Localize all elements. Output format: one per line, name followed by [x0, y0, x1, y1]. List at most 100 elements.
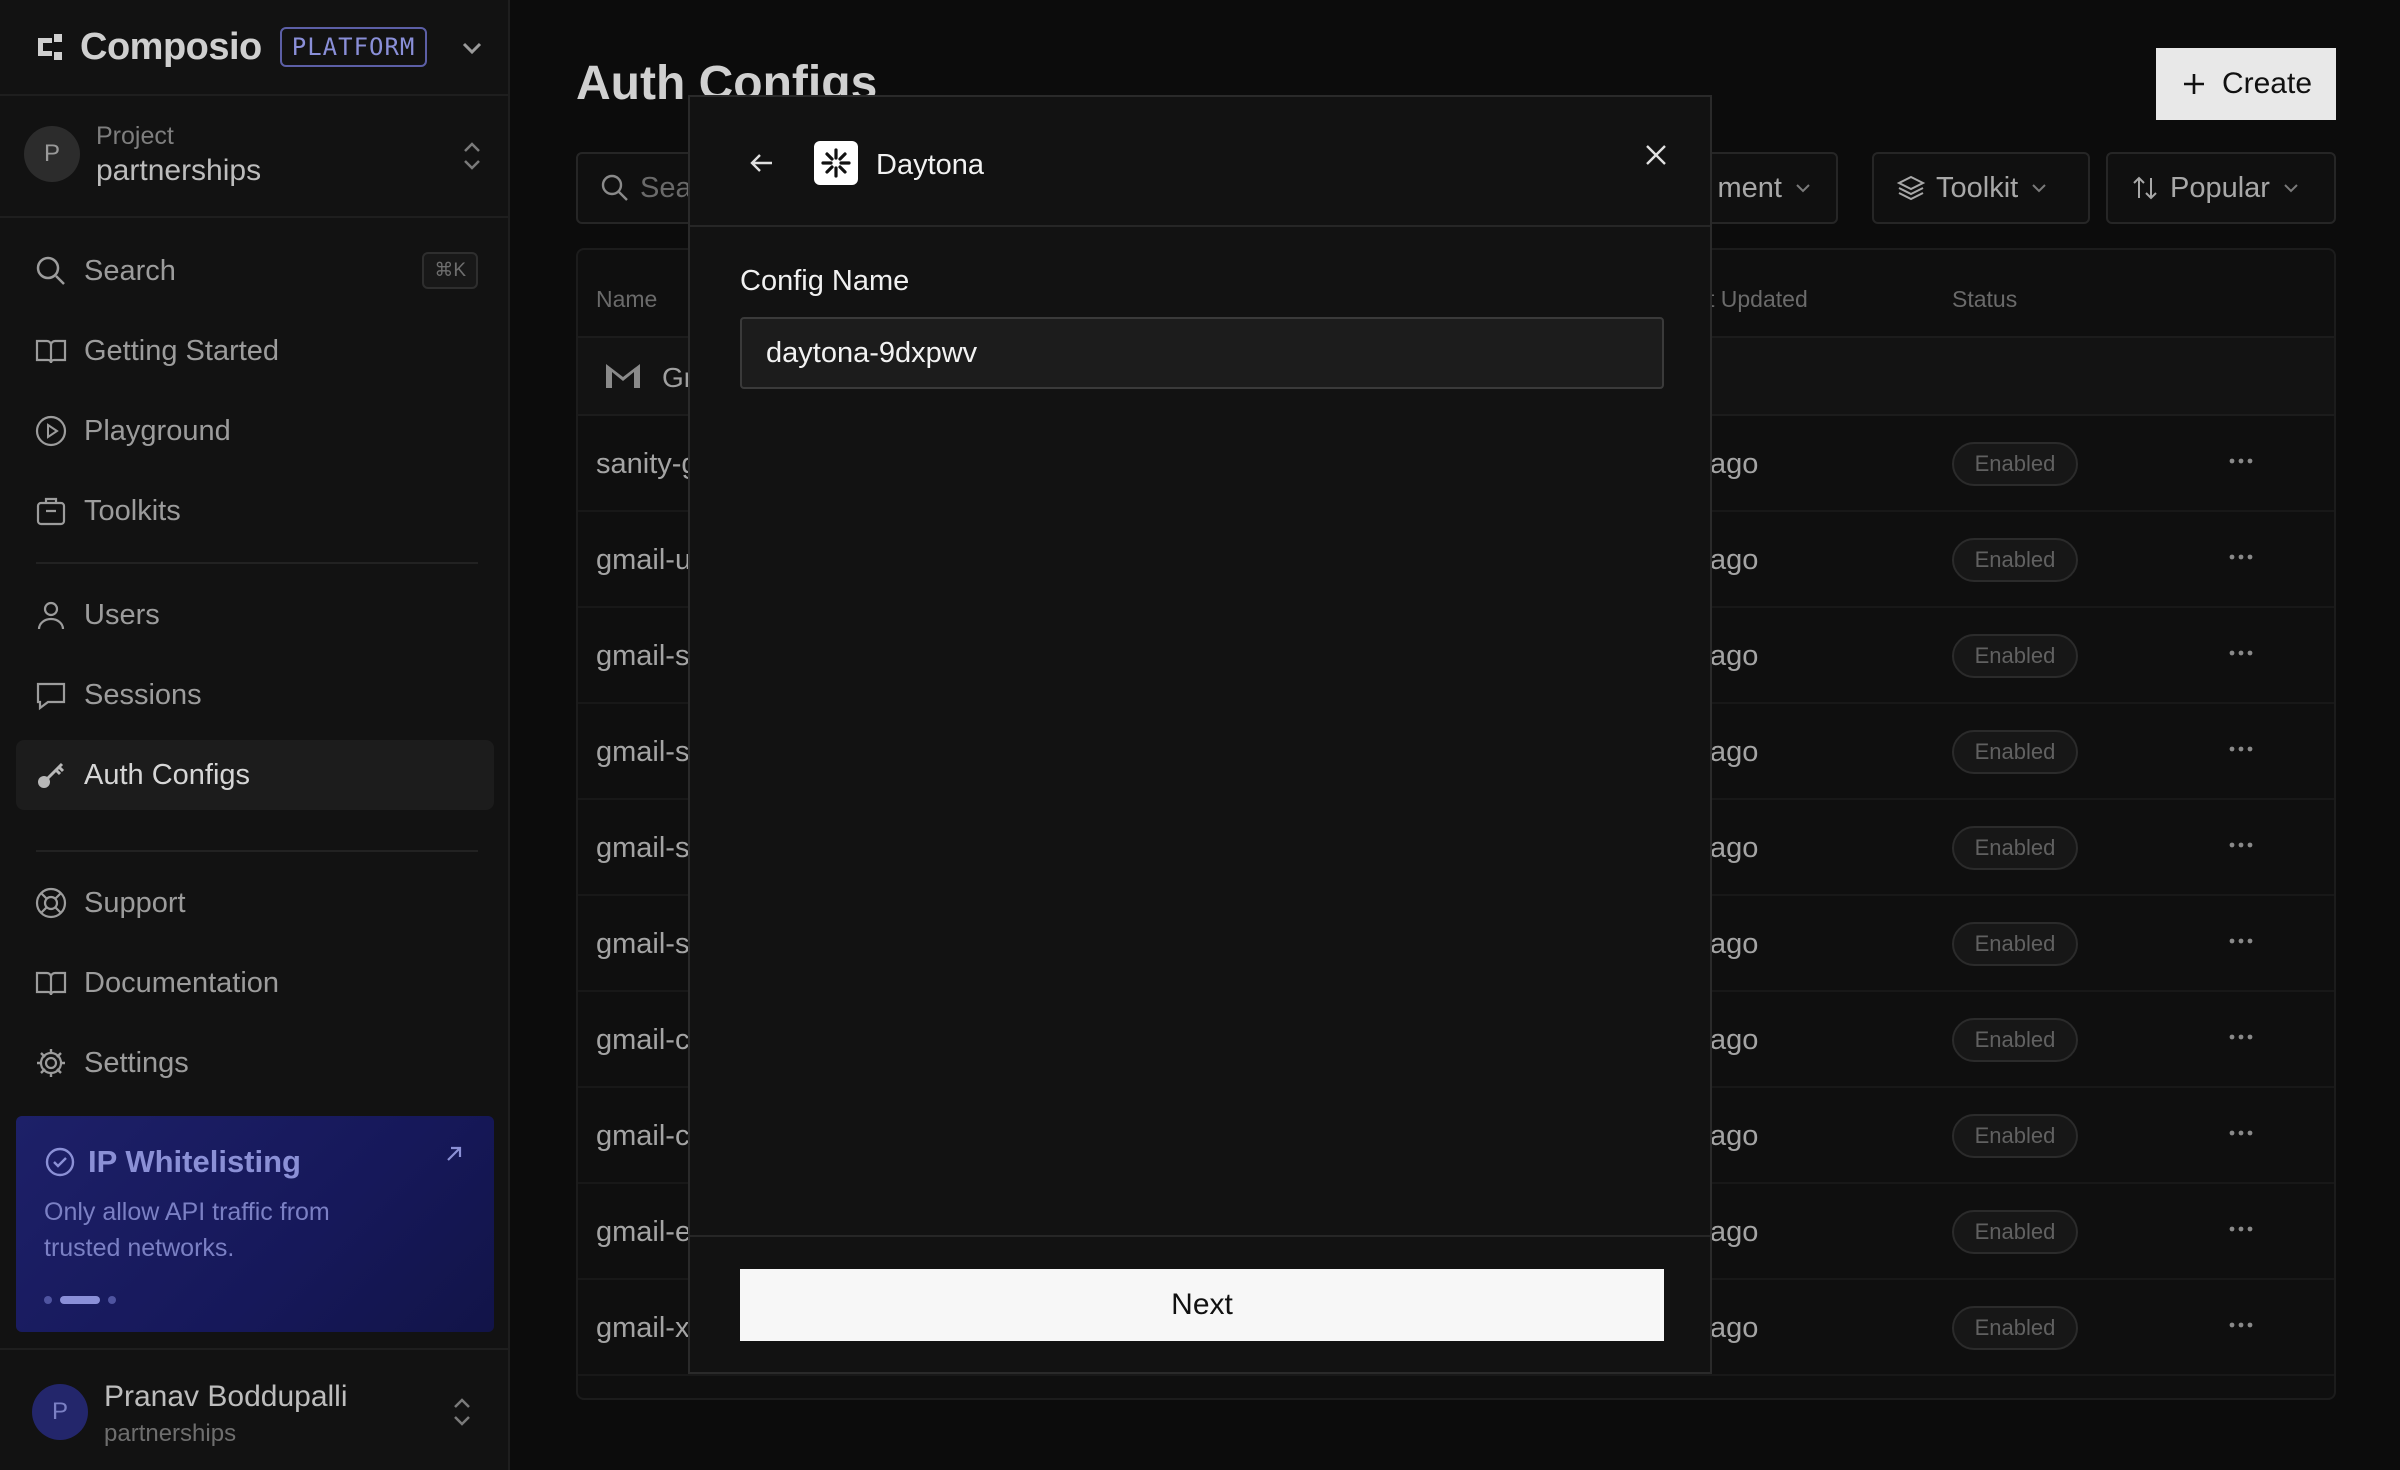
column-header-name: Name: [596, 286, 658, 312]
status-badge: Enabled: [1952, 442, 2078, 486]
user-icon: [37, 601, 65, 630]
chevron-down-icon[interactable]: [456, 32, 488, 64]
layers-icon: [1896, 175, 1926, 201]
user-name: Pranav Boddupalli: [104, 1380, 348, 1413]
shield-network-icon: [45, 1147, 75, 1177]
chevron-down-icon: [2032, 184, 2046, 193]
row-name: gmail-s: [596, 928, 690, 960]
key-icon: [38, 762, 65, 788]
sidebar-item-label: Settings: [84, 1046, 189, 1079]
row-updated: ago: [1710, 928, 1759, 960]
more-options-icon[interactable]: [2228, 552, 2254, 562]
sidebar-item-support[interactable]: Support: [16, 868, 494, 938]
column-header-status: Status: [1952, 286, 2018, 312]
project-avatar: P: [24, 126, 80, 182]
carousel-dots[interactable]: [44, 1296, 116, 1304]
avatar: P: [32, 1384, 88, 1440]
close-icon[interactable]: [1642, 141, 1670, 169]
divider: [36, 562, 478, 564]
book-icon: [35, 971, 67, 996]
sidebar: Composio PLATFORM P Project partnerships…: [0, 0, 510, 1470]
divider: [36, 850, 478, 852]
chevron-down-icon: [2284, 184, 2298, 193]
next-button[interactable]: Next: [740, 1269, 1664, 1341]
daytona-logo: [814, 141, 858, 185]
status-badge: Enabled: [1952, 922, 2078, 966]
toolkit-icon: [36, 497, 66, 526]
more-options-icon[interactable]: [2228, 1032, 2254, 1042]
chevron-updown-icon: [464, 142, 480, 170]
create-button[interactable]: Create: [2156, 48, 2336, 120]
more-options-icon[interactable]: [2228, 936, 2254, 946]
composio-logo-icon: [38, 34, 62, 60]
status-badge: Enabled: [1952, 1210, 2078, 1254]
toolkit-filter-label: Toolkit: [1936, 171, 2019, 204]
daytona-logo-icon: [821, 148, 851, 178]
gear-icon: [37, 1049, 65, 1077]
column-header-updated: t Updated: [1708, 286, 1808, 312]
sort-arrows-icon: [2133, 176, 2157, 200]
more-options-icon[interactable]: [2228, 1128, 2254, 1138]
arrow-left-icon[interactable]: [746, 147, 778, 179]
sidebar-item-users[interactable]: Users: [16, 580, 494, 650]
sidebar-item-playground[interactable]: Playground: [16, 396, 494, 466]
config-name-input[interactable]: [740, 317, 1664, 389]
sidebar-item-auth-configs[interactable]: Auth Configs: [16, 740, 494, 810]
create-auth-config-modal: Daytona Config Name Next: [688, 95, 1712, 1374]
environment-filter-label: ment: [1717, 171, 1782, 204]
search-placeholder: Sea: [640, 171, 692, 204]
app-name: Daytona: [876, 149, 985, 181]
project-label: Project: [96, 122, 174, 150]
modal-header: Daytona: [690, 97, 1710, 227]
row-updated: ago: [1710, 448, 1759, 480]
sidebar-item-label: Toolkits: [84, 494, 181, 527]
more-options-icon[interactable]: [2228, 456, 2254, 466]
sidebar-item-label: Getting Started: [84, 334, 280, 367]
row-updated: ago: [1710, 736, 1759, 768]
sidebar-item-label: Users: [84, 598, 160, 631]
more-options-icon[interactable]: [2228, 648, 2254, 658]
status-badge: Enabled: [1952, 730, 2078, 774]
project-switcher[interactable]: P Project partnerships: [0, 96, 510, 218]
row-name: gmail-s: [596, 736, 690, 768]
row-updated: ago: [1710, 544, 1759, 576]
user-menu[interactable]: P Pranav Boddupalli partnerships: [0, 1348, 510, 1470]
sidebar-item-label: Playground: [84, 414, 231, 447]
row-updated: ago: [1710, 1120, 1759, 1152]
gmail-icon: [606, 364, 640, 388]
status-badge: Enabled: [1952, 1018, 2078, 1062]
ip-whitelisting-card[interactable]: IP Whitelisting Only allow API traffic f…: [16, 1116, 494, 1332]
sidebar-item-settings[interactable]: Settings: [16, 1028, 494, 1098]
carousel-dot[interactable]: [108, 1296, 116, 1304]
more-options-icon[interactable]: [2228, 840, 2254, 850]
chat-icon: [36, 682, 66, 711]
more-options-icon[interactable]: [2228, 1320, 2254, 1330]
promo-description: Only allow API traffic from trusted netw…: [44, 1198, 330, 1262]
sidebar-item-toolkits[interactable]: Toolkits: [16, 476, 494, 546]
sidebar-item-label: Auth Configs: [84, 758, 251, 791]
status-badge: Enabled: [1952, 1114, 2078, 1158]
plus-icon: [2183, 74, 2204, 94]
arrow-up-right-icon[interactable]: [442, 1142, 466, 1166]
sidebar-item-label: Sessions: [84, 678, 202, 711]
toolkit-filter[interactable]: Toolkit: [1872, 152, 2090, 224]
sidebar-item-getting-started[interactable]: Getting Started: [16, 316, 494, 386]
carousel-dot[interactable]: [44, 1296, 52, 1304]
sidebar-item-documentation[interactable]: Documentation: [16, 948, 494, 1018]
lifebuoy-icon: [35, 887, 67, 919]
brand-header[interactable]: Composio PLATFORM: [0, 0, 510, 96]
create-button-label: Create: [2221, 67, 2313, 100]
status-badge: Enabled: [1952, 634, 2078, 678]
more-options-icon[interactable]: [2228, 1224, 2254, 1234]
sidebar-item-search[interactable]: Search ⌘K: [16, 236, 494, 306]
sort-dropdown[interactable]: Popular: [2106, 152, 2336, 224]
config-name-label: Config Name: [740, 265, 910, 297]
carousel-dot-active[interactable]: [60, 1296, 100, 1304]
sort-label: Popular: [2170, 171, 2270, 204]
status-badge: Enabled: [1952, 538, 2078, 582]
row-updated: ago: [1710, 1216, 1759, 1248]
search-icon: [601, 174, 628, 201]
sidebar-item-sessions[interactable]: Sessions: [16, 660, 494, 730]
shortcut-badge: ⌘K: [422, 252, 478, 289]
more-options-icon[interactable]: [2228, 744, 2254, 754]
